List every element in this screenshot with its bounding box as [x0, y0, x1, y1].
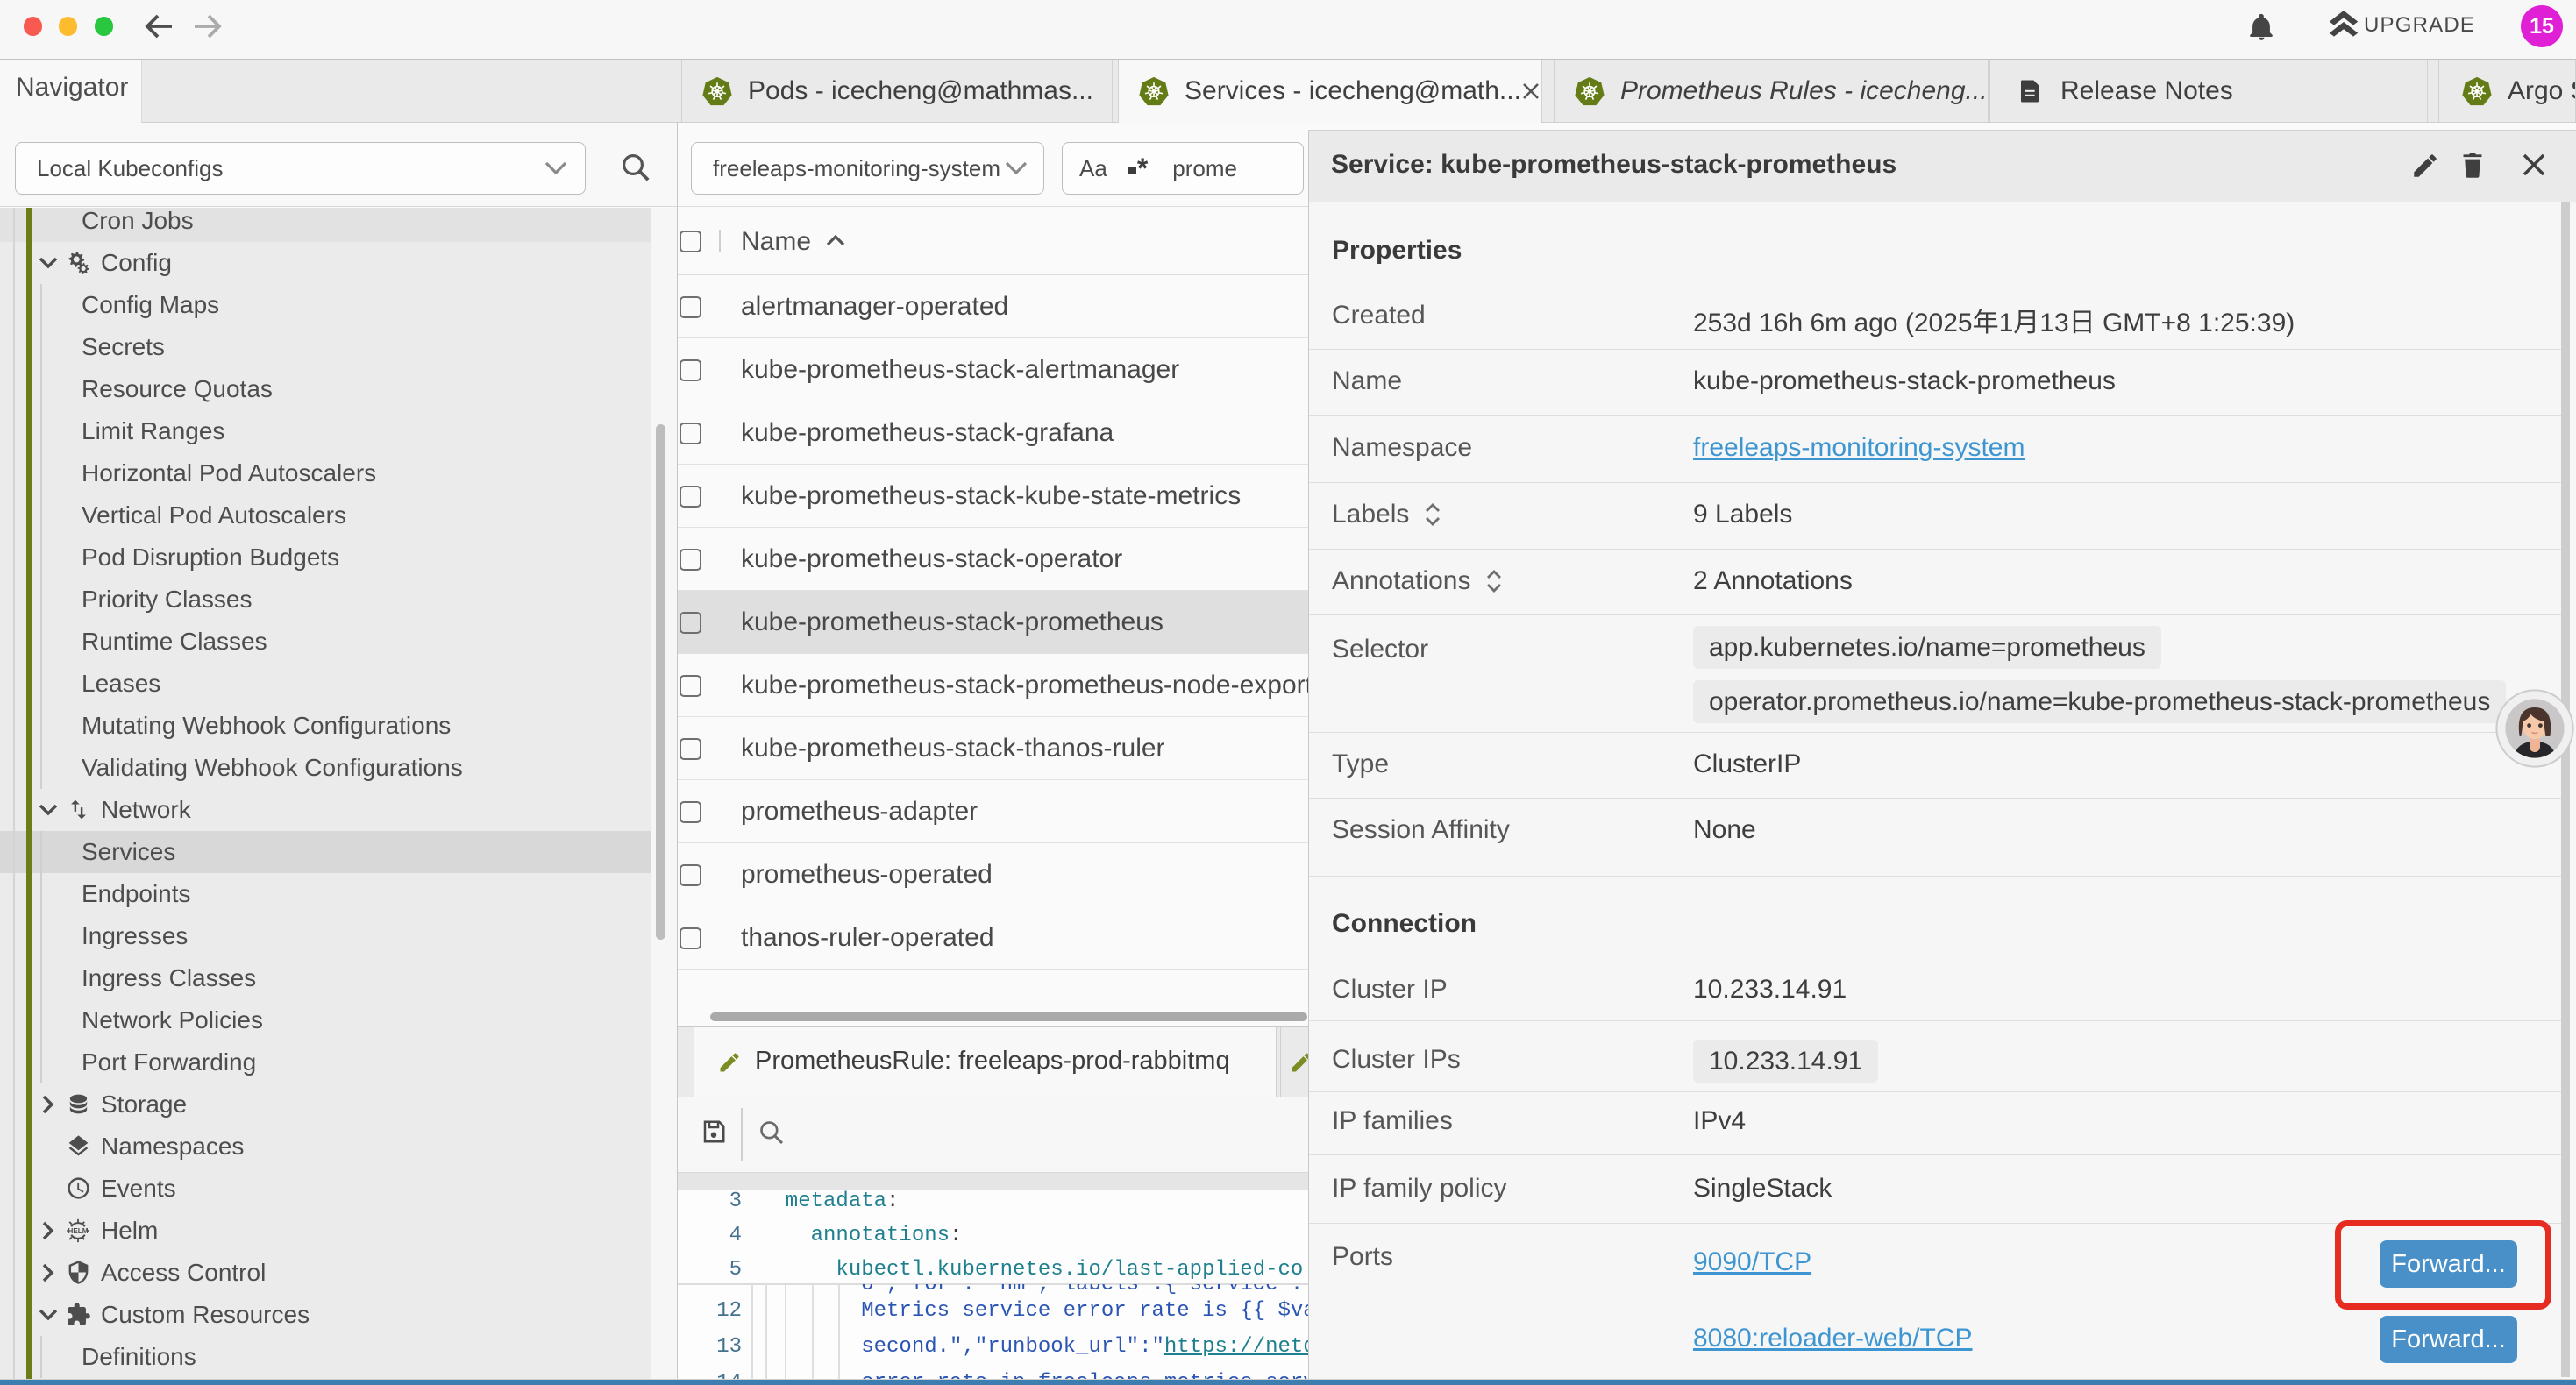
svg-text:HELM: HELM: [68, 1227, 89, 1235]
